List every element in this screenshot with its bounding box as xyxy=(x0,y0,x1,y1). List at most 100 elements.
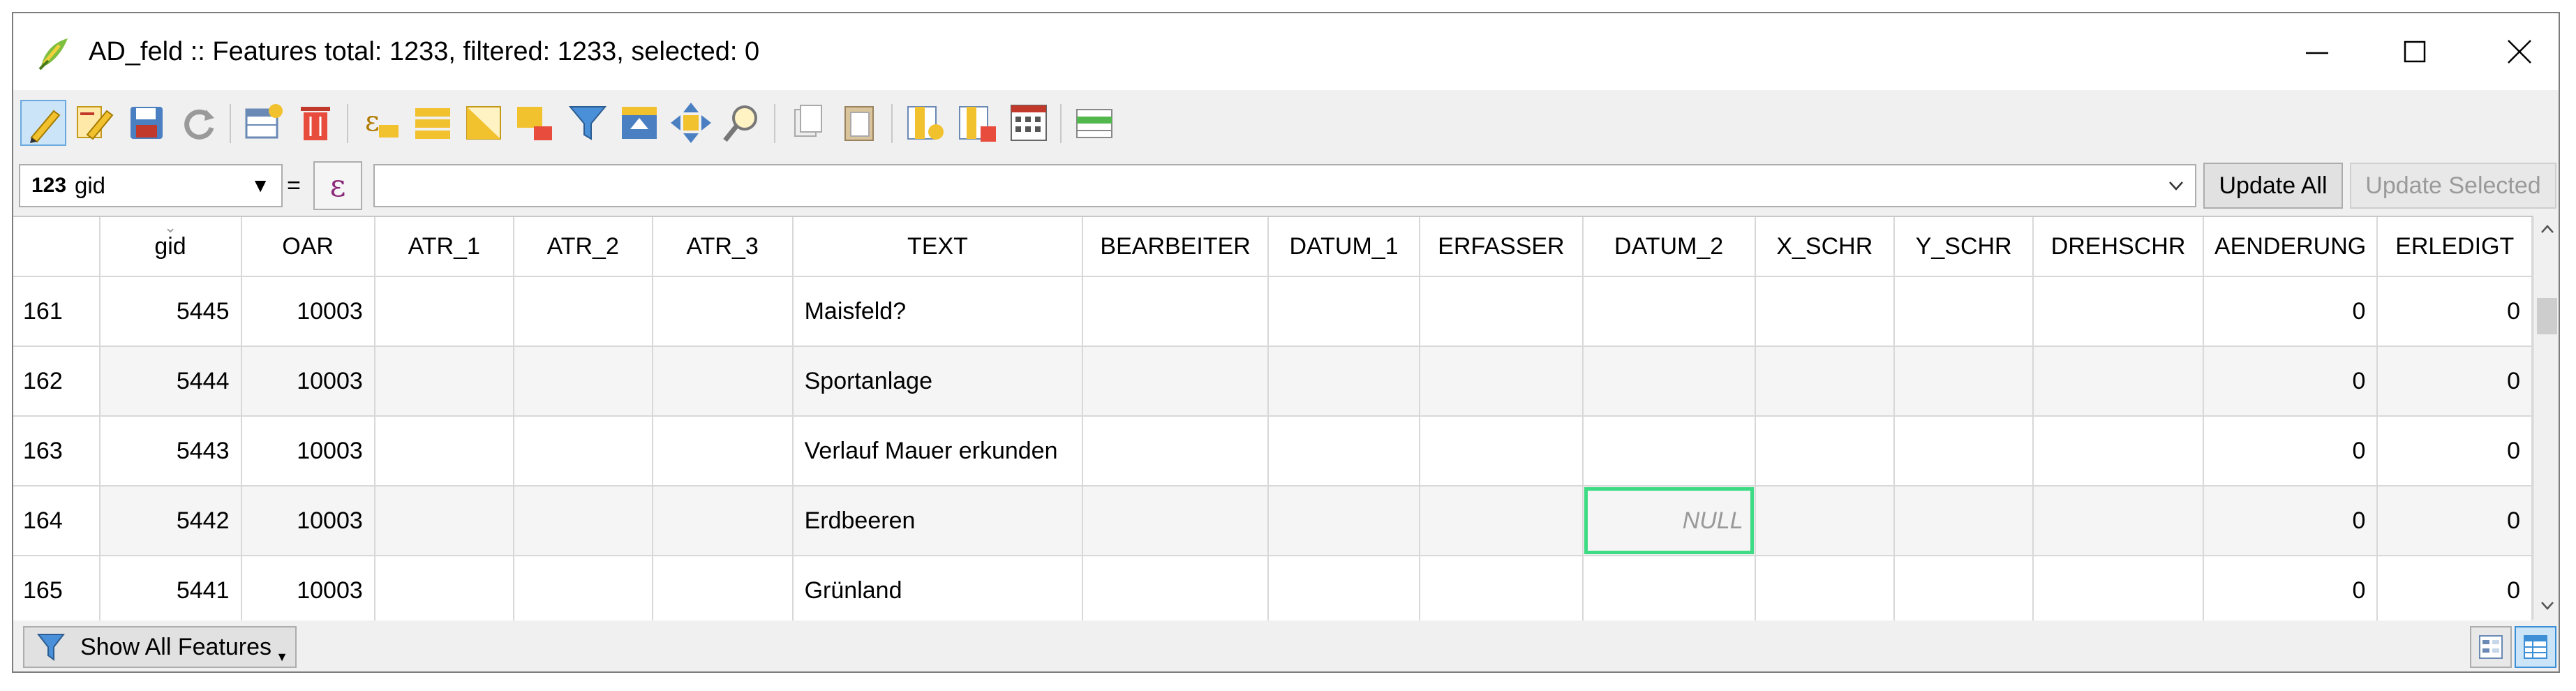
cell-erledigt[interactable]: 0 xyxy=(2377,346,2533,417)
row-header[interactable]: 161 xyxy=(13,276,100,347)
column-header-aenderung[interactable]: AENDERUNG xyxy=(2203,217,2378,277)
form-view-button[interactable] xyxy=(2470,626,2512,668)
cell-erledigt[interactable]: 0 xyxy=(2377,416,2533,486)
cell-erfasser[interactable] xyxy=(1420,346,1584,417)
table-row[interactable]: 165 5441 10003 Grünland 0 0 xyxy=(13,556,2533,621)
cell-gid[interactable]: 5444 xyxy=(99,346,242,417)
cell-datum-2-selected[interactable]: NULL xyxy=(1582,486,1756,556)
cell-erledigt[interactable]: 0 xyxy=(2377,276,2533,347)
cell-gid[interactable]: 5441 xyxy=(99,556,242,621)
cell-datum-2[interactable] xyxy=(1582,416,1756,486)
column-header-atr-1[interactable]: ATR_1 xyxy=(374,217,514,277)
expression-input-box[interactable] xyxy=(373,164,2196,207)
conditional-formatting-button[interactable] xyxy=(1071,100,1117,146)
column-header-erledigt[interactable]: ERLEDIGT xyxy=(2377,217,2533,277)
cell-atr-2[interactable] xyxy=(513,416,653,486)
column-header-erfasser[interactable]: ERFASSER xyxy=(1420,217,1584,277)
delete-feature-button[interactable] xyxy=(292,100,338,146)
cell-bearbeiter[interactable] xyxy=(1082,416,1269,486)
table-row[interactable]: 162 5444 10003 Sportanlage 0 0 xyxy=(13,346,2533,417)
cell-atr-1[interactable] xyxy=(374,416,514,486)
cell-datum-2[interactable] xyxy=(1582,556,1756,621)
maximize-button[interactable] xyxy=(2362,13,2467,90)
table-view-button[interactable] xyxy=(2515,626,2556,668)
cell-y-schr[interactable] xyxy=(1893,486,2034,556)
cell-datum-2[interactable] xyxy=(1582,276,1756,347)
expression-input[interactable] xyxy=(375,165,2164,206)
move-selection-top-button[interactable] xyxy=(616,100,662,146)
zoom-to-selected-button[interactable] xyxy=(720,100,766,146)
row-header[interactable]: 165 xyxy=(13,556,100,621)
cell-bearbeiter[interactable] xyxy=(1082,346,1269,417)
cell-atr-1[interactable] xyxy=(374,486,514,556)
cell-bearbeiter[interactable] xyxy=(1082,556,1269,621)
cell-aenderung[interactable]: 0 xyxy=(2203,486,2378,556)
table-row[interactable]: 164 5442 10003 Erdbeeren NULL 0 0 xyxy=(13,486,2533,556)
cell-erfasser[interactable] xyxy=(1420,556,1584,621)
cell-aenderung[interactable]: 0 xyxy=(2203,276,2378,347)
cell-atr-3[interactable] xyxy=(652,276,794,347)
deselect-all-button[interactable] xyxy=(513,100,559,146)
cell-drehschr[interactable] xyxy=(2033,276,2204,347)
cell-text[interactable]: Maisfeld? xyxy=(792,276,1084,347)
cell-oar[interactable]: 10003 xyxy=(241,556,375,621)
cell-text[interactable]: Verlauf Mauer erkunden xyxy=(792,416,1084,486)
cell-atr-2[interactable] xyxy=(513,556,653,621)
filter-select-button[interactable] xyxy=(565,100,611,146)
cell-text[interactable]: Erdbeeren xyxy=(792,486,1084,556)
cell-oar[interactable]: 10003 xyxy=(241,416,375,486)
cell-atr-3[interactable] xyxy=(652,416,794,486)
close-button[interactable] xyxy=(2467,13,2559,90)
cell-bearbeiter[interactable] xyxy=(1082,486,1269,556)
column-header-x-schr[interactable]: X_SCHR xyxy=(1755,217,1895,277)
chevron-down-icon[interactable] xyxy=(2166,175,2187,196)
reload-button[interactable] xyxy=(175,100,221,146)
cell-x-schr[interactable] xyxy=(1755,346,1895,417)
cell-atr-1[interactable] xyxy=(374,556,514,621)
expression-builder-button[interactable]: ε xyxy=(313,161,362,210)
column-header-gid[interactable]: ⌄ gid xyxy=(99,217,242,277)
cell-text[interactable]: Grünland xyxy=(792,556,1084,621)
cell-x-schr[interactable] xyxy=(1755,276,1895,347)
row-header[interactable]: 163 xyxy=(13,416,100,486)
cell-y-schr[interactable] xyxy=(1893,416,2034,486)
column-header-y-schr[interactable]: Y_SCHR xyxy=(1893,217,2034,277)
delete-field-button[interactable] xyxy=(954,100,1000,146)
cell-erfasser[interactable] xyxy=(1420,276,1584,347)
multi-edit-button[interactable] xyxy=(72,100,118,146)
add-feature-button[interactable] xyxy=(241,100,287,146)
select-all-button[interactable] xyxy=(410,100,456,146)
cell-atr-3[interactable] xyxy=(652,486,794,556)
show-all-features-button[interactable]: Show All Features ▼ xyxy=(23,626,297,668)
cell-x-schr[interactable] xyxy=(1755,416,1895,486)
paste-button[interactable] xyxy=(837,100,883,146)
table-row[interactable]: 163 5443 10003 Verlauf Mauer erkunden 0 xyxy=(13,416,2533,486)
cell-bearbeiter[interactable] xyxy=(1082,276,1269,347)
scrollbar-thumb[interactable] xyxy=(2537,298,2557,334)
cell-atr-2[interactable] xyxy=(513,346,653,417)
pan-to-selected-button[interactable] xyxy=(668,100,714,146)
vertical-scrollbar[interactable] xyxy=(2533,216,2559,619)
toggle-editing-button[interactable] xyxy=(20,100,66,146)
cell-drehschr[interactable] xyxy=(2033,486,2204,556)
cell-x-schr[interactable] xyxy=(1755,486,1895,556)
cell-y-schr[interactable] xyxy=(1893,276,2034,347)
cell-atr-3[interactable] xyxy=(652,556,794,621)
cell-gid[interactable]: 5445 xyxy=(99,276,242,347)
column-header-text[interactable]: TEXT xyxy=(792,217,1084,277)
field-select[interactable]: 123 gid ▼ xyxy=(19,164,283,207)
cell-datum-1[interactable] xyxy=(1267,276,1421,347)
cell-erfasser[interactable] xyxy=(1420,486,1584,556)
cell-atr-3[interactable] xyxy=(652,346,794,417)
cell-x-schr[interactable] xyxy=(1755,556,1895,621)
cell-text[interactable]: Sportanlage xyxy=(792,346,1084,417)
column-header-oar[interactable]: OAR xyxy=(241,217,375,277)
cell-drehschr[interactable] xyxy=(2033,346,2204,417)
scroll-up-button[interactable] xyxy=(2534,216,2559,244)
cell-y-schr[interactable] xyxy=(1893,556,2034,621)
cell-oar[interactable]: 10003 xyxy=(241,346,375,417)
cell-atr-1[interactable] xyxy=(374,276,514,347)
cell-gid[interactable]: 5442 xyxy=(99,486,242,556)
column-header-bearbeiter[interactable]: BEARBEITER xyxy=(1082,217,1269,277)
cell-gid[interactable]: 5443 xyxy=(99,416,242,486)
